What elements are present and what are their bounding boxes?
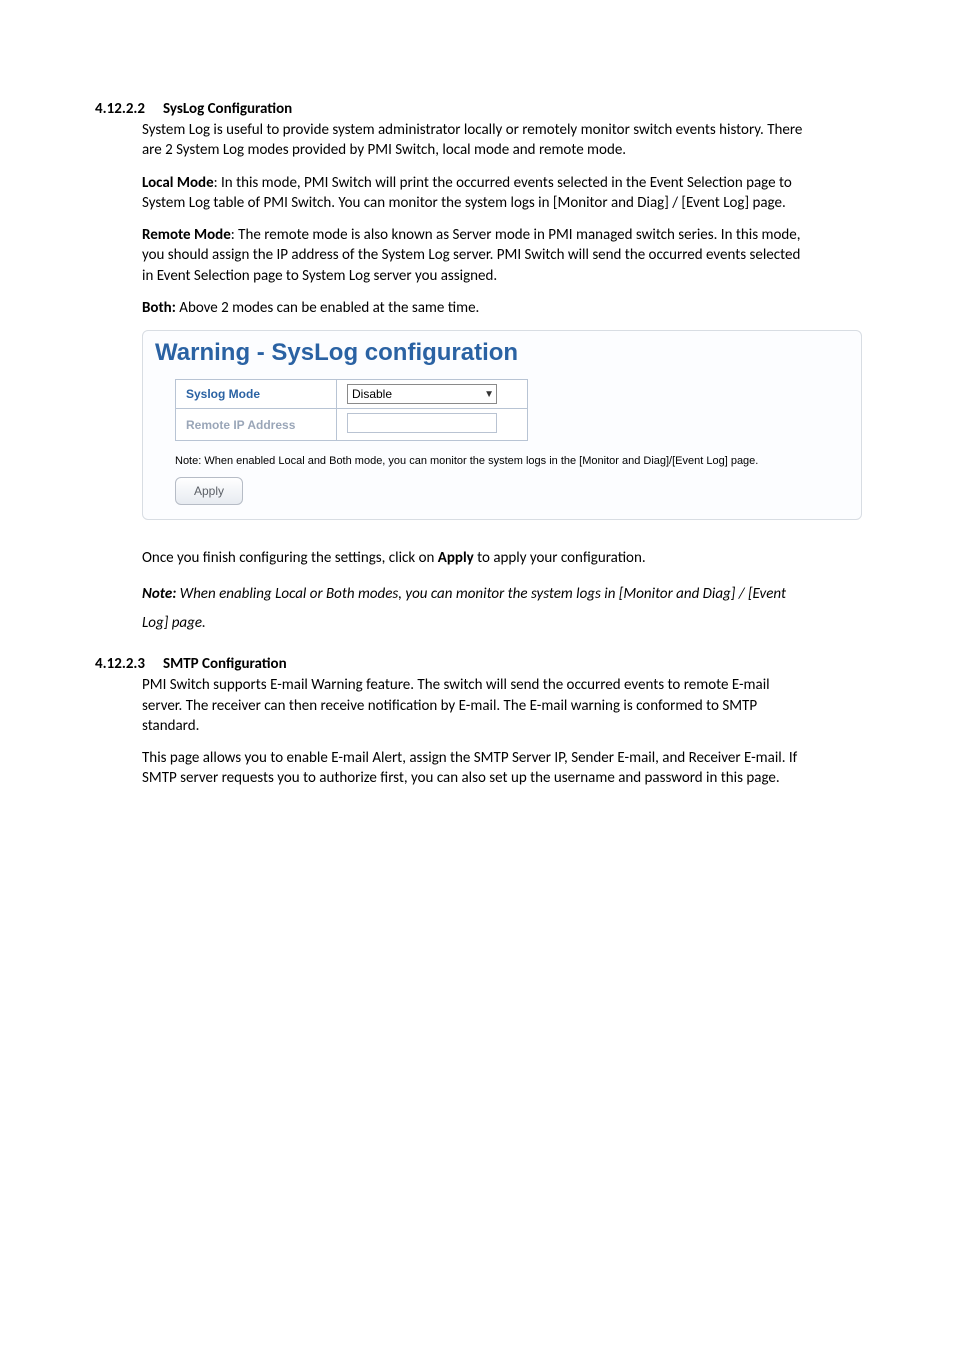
remote-ip-cell [337, 409, 528, 441]
inline-label: Both: [142, 299, 176, 317]
inline-label: Note: [142, 585, 176, 603]
config-form-table: Syslog Mode Disable ▼ Remote IP Address [175, 379, 528, 441]
section-title: SMTP Configuration [163, 655, 287, 673]
inline-text: When enabling Local or Both modes, you c… [142, 585, 786, 632]
chevron-down-icon: ▼ [484, 389, 494, 400]
inline-text: to apply your configuration. [474, 549, 646, 567]
paragraph: This page allows you to enable E-mail Al… [142, 748, 812, 789]
section-number: 4.12.2.3 [95, 655, 145, 673]
apply-button[interactable]: Apply [175, 477, 243, 505]
paragraph: Both: Above 2 modes can be enabled at th… [142, 298, 812, 318]
paragraph: Once you finish configuring the settings… [142, 548, 812, 568]
paragraph: PMI Switch supports E-mail Warning featu… [142, 675, 812, 736]
paragraph: Local Mode: In this mode, PMI Switch wil… [142, 173, 812, 214]
table-row: Remote IP Address [176, 409, 528, 441]
syslog-mode-cell: Disable ▼ [337, 380, 528, 409]
note-paragraph: Note: When enabling Local or Both modes,… [142, 580, 812, 637]
table-row: Syslog Mode Disable ▼ [176, 380, 528, 409]
inline-text: Above 2 modes can be enabled at the same… [176, 299, 479, 317]
inline-text: : The remote mode is also known as Serve… [142, 226, 800, 285]
remote-ip-input[interactable] [347, 413, 497, 433]
syslog-config-panel: Warning - SysLog configuration Syslog Mo… [142, 330, 862, 520]
inline-text: Once you finish configuring the settings… [142, 549, 438, 567]
panel-note: Note: When enabled Local and Both mode, … [175, 455, 851, 467]
select-value: Disable [352, 387, 392, 401]
document-page: 4.12.2.2 SysLog Configuration System Log … [0, 0, 954, 861]
syslog-mode-select[interactable]: Disable ▼ [347, 384, 497, 404]
inline-label: Local Mode [142, 174, 214, 192]
remote-ip-label: Remote IP Address [176, 409, 337, 441]
inline-text: : In this mode, PMI Switch will print th… [142, 174, 792, 212]
panel-title: Warning - SysLog configuration [155, 339, 851, 367]
section-heading-syslog: 4.12.2.2 SysLog Configuration [95, 100, 874, 118]
inline-label: Remote Mode [142, 226, 231, 244]
section-number: 4.12.2.2 [95, 100, 145, 118]
syslog-mode-label: Syslog Mode [176, 380, 337, 409]
paragraph: System Log is useful to provide system a… [142, 120, 812, 161]
paragraph: Remote Mode: The remote mode is also kno… [142, 225, 812, 286]
section-heading-smtp: 4.12.2.3 SMTP Configuration [95, 655, 874, 673]
inline-label: Apply [438, 549, 474, 567]
section-title: SysLog Configuration [163, 100, 292, 118]
